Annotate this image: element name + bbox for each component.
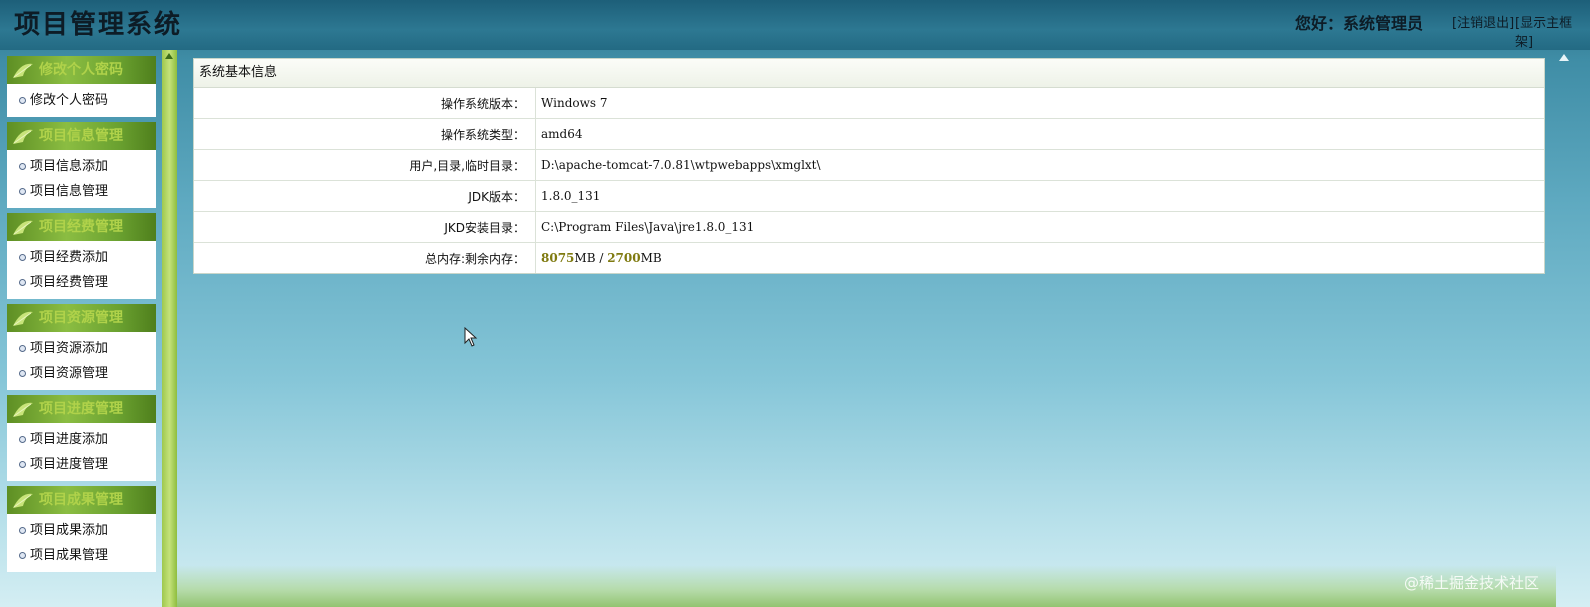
menu-item-project-funds-add[interactable]: 项目经费添加 xyxy=(7,245,156,270)
total-memory-unit: MB xyxy=(574,251,596,265)
menu-item-project-results-manage[interactable]: 项目成果管理 xyxy=(7,543,156,568)
free-memory-unit: MB xyxy=(640,251,662,265)
menu-group-title-label: 项目进度管理 xyxy=(39,401,123,417)
bullet-icon xyxy=(19,436,26,443)
row-value: D:\apache-tomcat-7.0.81\wtpwebapps\xmglx… xyxy=(535,149,1544,181)
grass-decoration xyxy=(177,565,1556,607)
bullet-icon xyxy=(19,345,26,352)
table-row: 操作系统版本： Windows 7 xyxy=(194,88,1544,119)
bullet-icon xyxy=(19,188,26,195)
menu-item-project-progress-add[interactable]: 项目进度添加 xyxy=(7,427,156,452)
menu-group-title[interactable]: 项目信息管理 xyxy=(7,122,156,150)
leaf-icon xyxy=(13,129,33,144)
row-label: JKD安装目录： xyxy=(194,211,536,243)
menu-item-project-info-add[interactable]: 项目信息添加 xyxy=(7,154,156,179)
menu-group-title-label: 项目资源管理 xyxy=(39,310,123,326)
menu-group-title-label: 项目经费管理 xyxy=(39,219,123,235)
menu-item-label: 项目成果管理 xyxy=(30,548,109,563)
menu-item-project-info-manage[interactable]: 项目信息管理 xyxy=(7,179,156,204)
leaf-icon xyxy=(13,311,33,326)
menu-group-project-results: 项目成果管理 项目成果添加 项目成果管理 xyxy=(7,486,156,572)
menu-item-label: 项目进度添加 xyxy=(30,432,109,447)
menu-group-title[interactable]: 项目成果管理 xyxy=(7,486,156,514)
table-row: JKD安装目录： C:\Program Files\Java\jre1.8.0_… xyxy=(194,211,1544,243)
row-value: C:\Program Files\Java\jre1.8.0_131 xyxy=(535,211,1544,243)
menu-item-label: 项目资源管理 xyxy=(30,366,109,381)
menu-group-password: 修改个人密码 修改个人密码 xyxy=(7,56,156,117)
menu-group-project-resources: 项目资源管理 项目资源添加 项目资源管理 xyxy=(7,304,156,390)
menu-group-title[interactable]: 项目资源管理 xyxy=(7,304,156,332)
menu-item-label: 项目成果添加 xyxy=(30,523,109,538)
memory-value: 8075MB / 2700MB xyxy=(535,242,1544,273)
menu-item-project-progress-manage[interactable]: 项目进度管理 xyxy=(7,452,156,477)
system-info-table: 操作系统版本： Windows 7 操作系统类型： amd64 用户,目录,临时… xyxy=(194,88,1544,273)
system-info-panel: 系统基本信息 操作系统版本： Windows 7 操作系统类型： amd64 用… xyxy=(193,58,1545,274)
row-label: 操作系统类型： xyxy=(194,118,536,150)
bullet-icon xyxy=(19,552,26,559)
leaf-icon xyxy=(13,63,33,78)
bullet-icon xyxy=(19,527,26,534)
panel-title: 系统基本信息 xyxy=(194,59,1544,88)
watermark: @稀土掘金技术社区 xyxy=(1404,574,1540,592)
table-row: 用户,目录,临时目录： D:\apache-tomcat-7.0.81\wtpw… xyxy=(194,149,1544,181)
row-value: 1.8.0_131 xyxy=(535,180,1544,212)
row-value: Windows 7 xyxy=(541,96,608,110)
scroll-up-arrow-icon[interactable] xyxy=(1559,54,1569,61)
menu-item-label: 项目进度管理 xyxy=(30,457,109,472)
menu-item-project-resources-manage[interactable]: 项目资源管理 xyxy=(7,361,156,386)
menu-group-project-progress: 项目进度管理 项目进度添加 项目进度管理 xyxy=(7,395,156,481)
sidebar-menu: 修改个人密码 修改个人密码 项目信息管理 项目信息添加 项目信息管理 项目经费管… xyxy=(7,56,156,577)
scrollbar[interactable] xyxy=(1556,50,1590,607)
bullet-icon xyxy=(19,97,26,104)
bullet-icon xyxy=(19,461,26,468)
greeting-text: 您好：系统管理员 xyxy=(1295,14,1424,33)
sidebar-collapse-bar[interactable] xyxy=(162,50,177,607)
free-memory: 2700 xyxy=(607,251,641,265)
table-row: JDK版本： 1.8.0_131 xyxy=(194,180,1544,212)
row-label: 总内存:剩余内存： xyxy=(194,242,536,273)
collapse-arrow-icon[interactable] xyxy=(165,53,173,59)
logout-link[interactable]: [注销退出] xyxy=(1452,12,1514,31)
menu-item-label: 修改个人密码 xyxy=(30,93,109,108)
menu-group-title-label: 项目信息管理 xyxy=(39,128,123,144)
menu-group-project-funds: 项目经费管理 项目经费添加 项目经费管理 xyxy=(7,213,156,299)
memory-separator: / xyxy=(595,251,608,265)
menu-group-title-label: 项目成果管理 xyxy=(39,492,123,508)
row-label: 操作系统版本： xyxy=(194,88,536,119)
app-title: 项目管理系统 xyxy=(14,10,183,40)
menu-group-project-info: 项目信息管理 项目信息添加 项目信息管理 xyxy=(7,122,156,208)
header-bar: 项目管理系统 您好：系统管理员 [注销退出] [显示主框架] xyxy=(0,0,1590,50)
mouse-cursor-icon xyxy=(464,327,478,347)
row-label: JDK版本： xyxy=(194,180,536,212)
row-label: 用户,目录,临时目录： xyxy=(194,149,536,181)
menu-item-label: 项目经费管理 xyxy=(30,275,109,290)
bullet-icon xyxy=(19,279,26,286)
menu-item-project-results-add[interactable]: 项目成果添加 xyxy=(7,518,156,543)
total-memory: 8075 xyxy=(541,251,575,265)
menu-item-label: 项目资源添加 xyxy=(30,341,109,356)
menu-item-change-password[interactable]: 修改个人密码 xyxy=(7,88,156,113)
menu-item-label: 项目信息添加 xyxy=(30,159,109,174)
leaf-icon xyxy=(13,402,33,417)
menu-group-title[interactable]: 项目进度管理 xyxy=(7,395,156,423)
menu-item-label: 项目经费添加 xyxy=(30,250,109,265)
bullet-icon xyxy=(19,163,26,170)
bullet-icon xyxy=(19,370,26,377)
show-main-frame-link[interactable]: [显示主框架] xyxy=(1515,12,1590,50)
row-value: amd64 xyxy=(535,118,1544,150)
table-row: 操作系统类型： amd64 xyxy=(194,118,1544,150)
menu-item-project-resources-add[interactable]: 项目资源添加 xyxy=(7,336,156,361)
leaf-icon xyxy=(13,220,33,235)
menu-group-title-label: 修改个人密码 xyxy=(39,62,123,78)
menu-item-project-funds-manage[interactable]: 项目经费管理 xyxy=(7,270,156,295)
table-row-memory: 总内存:剩余内存： 8075MB / 2700MB xyxy=(194,242,1544,273)
menu-item-label: 项目信息管理 xyxy=(30,184,109,199)
bullet-icon xyxy=(19,254,26,261)
leaf-icon xyxy=(13,493,33,508)
menu-group-title[interactable]: 修改个人密码 xyxy=(7,56,156,84)
menu-group-title[interactable]: 项目经费管理 xyxy=(7,213,156,241)
